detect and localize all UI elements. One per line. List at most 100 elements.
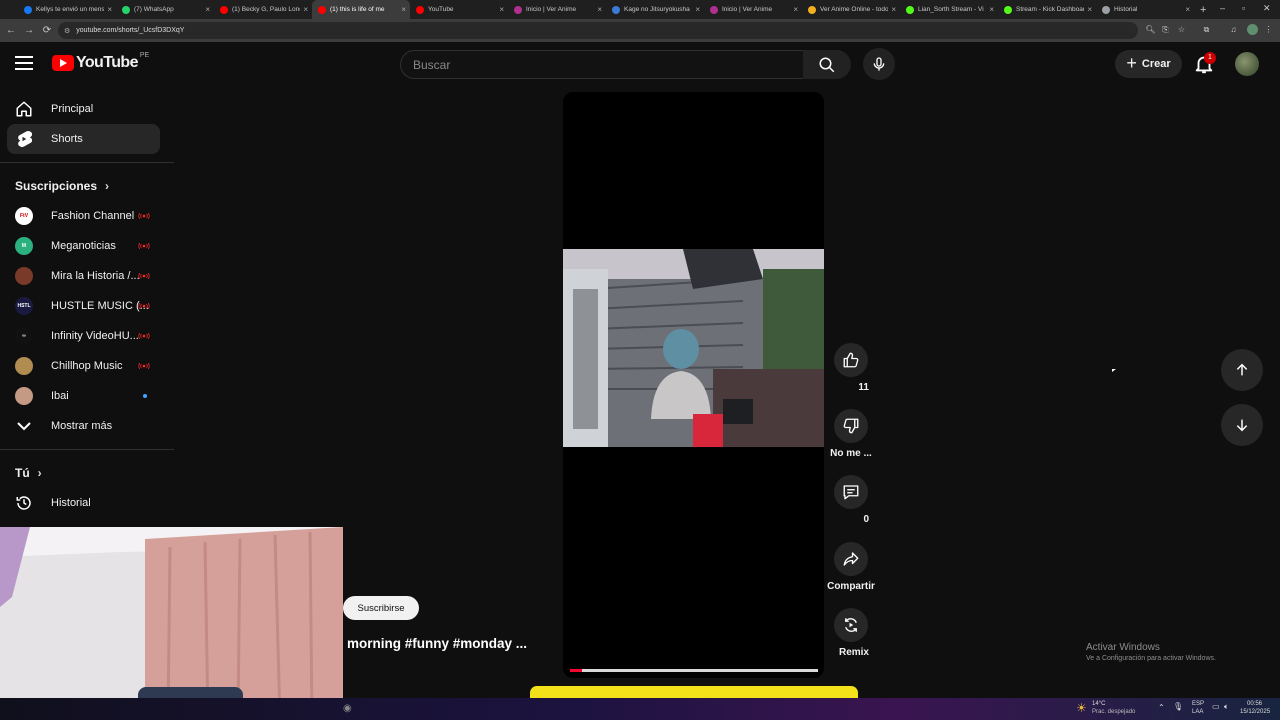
browser-tab[interactable]: Kellys te envió un mensaje× (18, 0, 116, 19)
browser-tab[interactable]: YouTube × (410, 0, 508, 19)
reload-icon[interactable]: ⟳ (38, 25, 56, 36)
like-button[interactable]: 11 (833, 343, 869, 395)
browser-tab[interactable]: Stream - Kick Dashboard × (998, 0, 1096, 19)
home-icon (15, 100, 33, 118)
you-header[interactable]: Tú › (0, 458, 174, 488)
shorts-player[interactable] (563, 92, 824, 678)
language-code[interactable]: ESP (1192, 701, 1204, 707)
subscription-item[interactable]: ∞ Infinity VideoHU... (0, 321, 174, 351)
tab-favicon-icon (318, 5, 326, 14)
dislike-button[interactable]: No me ... (830, 409, 872, 461)
next-short-button[interactable] (1221, 404, 1263, 446)
volume-icon[interactable]: 🔈︎ (1224, 702, 1229, 712)
tab-close-icon[interactable]: × (1087, 5, 1092, 14)
search-input[interactable] (401, 51, 803, 78)
subscription-item[interactable]: FtV Fashion Channel (0, 201, 174, 231)
weather-temp[interactable]: 14°C (1092, 701, 1105, 707)
channel-name: Ibai (51, 390, 69, 402)
tab-close-icon[interactable]: × (597, 5, 602, 14)
media-icon[interactable]: ♫ (1228, 24, 1239, 35)
new-tab-icon[interactable]: + (1200, 4, 1206, 16)
tab-close-icon[interactable]: × (205, 5, 210, 14)
sidebar-item-historial[interactable]: Historial (0, 488, 174, 518)
minimize-icon[interactable]: – (1220, 3, 1225, 13)
remix-button[interactable]: Remix (833, 608, 869, 660)
restore-icon[interactable]: ▫ (1242, 3, 1245, 13)
arrow-down-icon (1236, 419, 1248, 432)
chevron-right-icon: › (37, 466, 42, 480)
browser-tab[interactable]: Historial × (1096, 0, 1194, 19)
live-indicator-icon (138, 333, 150, 339)
share-label: Compartir (827, 581, 875, 592)
tab-close-icon[interactable]: × (1185, 5, 1190, 14)
tray-expand-icon[interactable]: ⌃ (1158, 703, 1165, 712)
browser-tab[interactable]: Lian_Sorth Stream - Vi × (900, 0, 998, 19)
tab-favicon-icon (710, 5, 718, 14)
extensions-icon[interactable]: ⧉ (1201, 24, 1212, 35)
browser-tab[interactable]: (7) WhatsApp × (116, 0, 214, 19)
channel-avatar (15, 357, 33, 375)
weather-icon[interactable]: ☀︎ (1076, 701, 1087, 715)
profile-icon[interactable] (1247, 24, 1258, 35)
create-label: Crear (1141, 58, 1171, 70)
tab-favicon-icon (808, 5, 816, 14)
subscribe-button[interactable]: Suscribirse (343, 596, 419, 620)
tab-close-icon[interactable]: × (891, 5, 896, 14)
clock-time[interactable]: 00:56 (1247, 701, 1262, 707)
weather-desc[interactable]: Prac. despejado (1092, 709, 1135, 715)
tab-close-icon[interactable]: × (793, 5, 798, 14)
browser-tab[interactable]: Kage no Jitsuryokusha × (606, 0, 704, 19)
network-icon[interactable]: ▭ (1212, 702, 1220, 711)
sidebar-item-principal[interactable]: Principal (0, 94, 174, 124)
subscription-item[interactable]: Ibai (0, 381, 174, 411)
menu-dots-icon[interactable]: ⋮ (1263, 24, 1274, 35)
hamburger-menu-icon[interactable] (15, 56, 33, 70)
tab-title: Historial (1114, 6, 1138, 13)
browser-tab[interactable]: Inicio | Ver Anime × (704, 0, 802, 19)
comments-button[interactable]: 0 (833, 475, 869, 527)
clock-date[interactable]: 15/12/2025 (1240, 709, 1270, 715)
tab-close-icon[interactable]: × (401, 5, 406, 14)
install-icon[interactable]: ⎘ (1160, 24, 1171, 35)
voice-search-button[interactable] (863, 48, 895, 80)
tab-favicon-icon (416, 5, 424, 14)
tab-close-icon[interactable]: × (107, 5, 112, 14)
show-more-button[interactable]: Mostrar más (0, 411, 174, 441)
taskbar-icon[interactable]: ◉ (343, 703, 352, 714)
create-button[interactable]: + Crear (1115, 50, 1182, 78)
short-caption[interactable]: morning #funny #monday ... (347, 636, 527, 651)
subscription-item[interactable]: M Meganoticias (0, 231, 174, 261)
browser-tab[interactable]: (1) this is life of me × (312, 0, 410, 19)
sidebar: Principal Shorts Suscripciones › FtV Fash… (0, 94, 174, 518)
search-button[interactable] (803, 50, 851, 79)
subscriptions-header[interactable]: Suscripciones › (0, 171, 174, 201)
browser-tab[interactable]: Inicio | Ver Anime × (508, 0, 606, 19)
site-info-icon[interactable]: ⚙ (64, 27, 70, 35)
subscription-item[interactable]: HSTL HUSTLE MUSIC (... (0, 291, 174, 321)
account-avatar[interactable] (1235, 52, 1259, 76)
language-variant[interactable]: LAA (1192, 709, 1203, 715)
url-field[interactable]: ⚙ youtube.com/shorts/_UcsfD3DXqY (58, 22, 1138, 39)
live-indicator-icon (138, 273, 150, 279)
forward-icon[interactable]: → (20, 25, 38, 36)
tab-close-icon[interactable]: × (989, 5, 994, 14)
tab-close-icon[interactable]: × (303, 5, 308, 14)
bookmark-star-icon[interactable]: ☆ (1176, 24, 1187, 35)
tab-close-icon[interactable]: × (499, 5, 504, 14)
youtube-logo[interactable]: YouTube PE (52, 52, 149, 72)
browser-tab[interactable]: Ver Anime Online - todos × (802, 0, 900, 19)
watermark-title: Activar Windows (1086, 642, 1160, 653)
close-window-icon[interactable]: ✕ (1263, 3, 1271, 14)
back-icon[interactable]: ← (2, 25, 20, 36)
previous-short-button[interactable] (1221, 349, 1263, 391)
zoom-icon[interactable]: 🔍︎ (1145, 24, 1156, 35)
video-progress-bar[interactable] (570, 669, 818, 672)
microphone-tray-icon[interactable]: 🎙︎ (1173, 702, 1183, 711)
share-button[interactable]: Compartir (827, 542, 875, 594)
browser-tab[interactable]: (1) Becky G, Paulo Londra× (214, 0, 312, 19)
sidebar-item-shorts[interactable]: Shorts (7, 124, 160, 154)
tab-close-icon[interactable]: × (695, 5, 700, 14)
channel-name: Fashion Channel (51, 210, 135, 222)
subscription-item[interactable]: Mira la Historia /... (0, 261, 174, 291)
subscription-item[interactable]: Chillhop Music (0, 351, 174, 381)
